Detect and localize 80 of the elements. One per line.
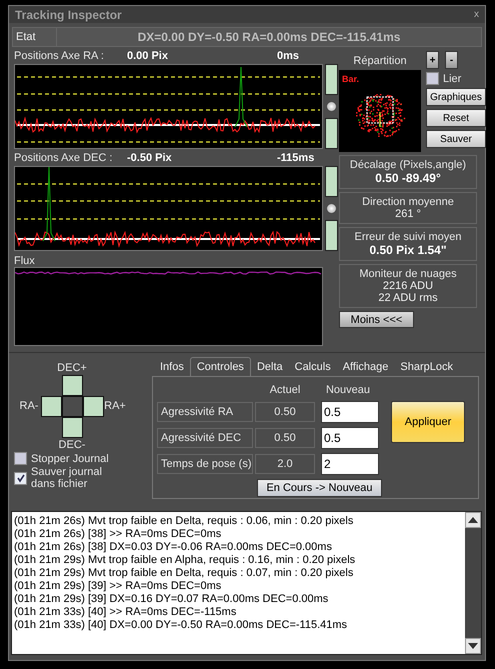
window-title: Tracking Inspector <box>15 8 122 22</box>
checkbox[interactable] <box>14 472 27 484</box>
log-line: (01h 21m 29s) Mvt trop faible en Delta, requis : 0.07, min : 0.20 pixels <box>14 567 354 580</box>
direction-label: DEC- <box>58 438 86 450</box>
setting-label: Temps de pose (s) <box>157 454 253 474</box>
zoom-button[interactable]: - <box>445 51 458 69</box>
status-value: DX=0.00 DY=-0.50 RA=0.00ms DEC=-115.41ms <box>136 29 402 46</box>
axis-pixels: -0.50 Pix <box>127 152 173 164</box>
zoom-button[interactable]: + <box>426 51 439 69</box>
column-header: Nouveau <box>324 384 372 396</box>
side-button[interactable]: Reset <box>426 109 486 127</box>
distribution-title: Répartition <box>353 55 407 67</box>
checkbox-label: Lier <box>443 72 462 84</box>
setting-label: Agressivité DEC <box>157 428 253 448</box>
info-value: 22 ADU rms <box>378 292 438 304</box>
axis-ms: -115ms <box>277 152 314 164</box>
log-line: (01h 21m 33s) [40] >> RA=0ms DEC=-115ms <box>14 606 238 619</box>
info-title: Direction moyenne <box>362 196 454 208</box>
axis-label: Positions Axe DEC : <box>14 152 114 164</box>
direction-pad-button[interactable] <box>82 396 104 416</box>
plot-overlay-label: Bar. <box>342 74 360 84</box>
direction-label: DEC+ <box>57 362 87 374</box>
info-value: 261 ° <box>395 208 421 220</box>
checkbox[interactable] <box>14 452 27 465</box>
info-title: Décalage (Pixels,angle) <box>350 159 466 171</box>
less-button[interactable]: Moins <<< <box>339 311 414 328</box>
info-value: 0.50 -89.49° <box>375 171 441 185</box>
close-button[interactable]: x <box>474 9 479 20</box>
direction-label: RA- <box>20 400 38 412</box>
direction-pad-button[interactable] <box>62 374 82 396</box>
setting-label: Agressivité RA <box>157 402 253 422</box>
flux-label: Flux <box>14 254 36 267</box>
current-value: 0.50 <box>255 402 315 422</box>
limit-block[interactable] <box>324 64 338 95</box>
axis-label: Positions Axe RA : <box>14 50 105 62</box>
info-value: 0.50 Pix 1.54" <box>369 243 447 257</box>
direction-label: RA+ <box>104 400 126 412</box>
tab[interactable]: Controles <box>190 357 251 376</box>
tab[interactable]: Delta <box>250 357 289 376</box>
input-field[interactable]: 0.5 <box>321 401 379 423</box>
current-value: 2.0 <box>255 454 315 474</box>
apply-button[interactable]: Appliquer <box>391 401 465 443</box>
checkbox-label: Sauver journal dans fichier <box>31 466 103 490</box>
log-line: (01h 21m 33s) [40] DX=0.00 DY=-0.50 RA=0.00ms DEC=-115.41ms <box>14 619 348 632</box>
info-value: 2216 ADU <box>382 280 434 292</box>
log-line: (01h 21m 29s) [39] >> RA=0ms DEC=0ms <box>14 580 222 593</box>
input-field[interactable]: 0.5 <box>321 427 379 449</box>
limit-block[interactable] <box>324 118 338 149</box>
info-title: Moniteur de nuages <box>359 268 457 280</box>
current-value: 0.50 <box>255 428 315 448</box>
slider-knob[interactable] <box>326 102 336 111</box>
log-line: (01h 21m 26s) [38] DX=0.03 DY=-0.06 RA=0.00ms DEC=0.00ms <box>14 541 333 554</box>
copy-button[interactable]: En Cours -> Nouveau <box>257 479 382 497</box>
checkbox-label: Stopper Journal <box>31 452 110 464</box>
log-line: (01h 21m 26s) [38] >> RA=0ms DEC=0ms <box>14 528 222 541</box>
scroll-down-icon[interactable] <box>465 638 481 654</box>
log-line: (01h 21m 26s) Mvt trop faible en Delta, requis : 0.06, min : 0.20 pixels <box>14 515 354 528</box>
axis-pixels: 0.00 Pix <box>127 50 169 62</box>
tab[interactable]: Calculs <box>288 357 337 376</box>
direction-pad-button[interactable] <box>40 396 62 416</box>
tab[interactable]: Infos <box>154 357 190 376</box>
status-label: Etat <box>13 28 57 46</box>
direction-pad-center <box>62 396 82 416</box>
axis-ms: 0ms <box>277 50 300 62</box>
slider-knob[interactable] <box>326 204 336 213</box>
scroll-up-icon[interactable] <box>465 512 481 528</box>
log-line: (01h 21m 29s) [39] DX=0.16 DY=0.07 RA=0.00ms DEC=0.00ms <box>14 593 330 606</box>
tab[interactable]: Affichage <box>336 357 394 376</box>
direction-pad-button[interactable] <box>62 416 82 438</box>
side-button[interactable]: Sauver <box>426 130 486 148</box>
info-title: Erreur de suivi moyen <box>354 231 462 243</box>
input-field[interactable]: 2 <box>321 453 379 475</box>
scrollbar[interactable] <box>465 512 481 654</box>
tab[interactable]: SharpLock <box>394 357 459 376</box>
side-button[interactable]: Graphiques <box>426 88 486 106</box>
log-line: (01h 21m 29s) Mvt trop faible en Alpha, requis : 0.16, min : 0.20 pixels <box>14 554 356 567</box>
limit-block[interactable] <box>324 166 338 197</box>
checkbox[interactable] <box>426 72 439 85</box>
column-header: Actuel <box>268 384 302 396</box>
limit-block[interactable] <box>324 220 338 251</box>
